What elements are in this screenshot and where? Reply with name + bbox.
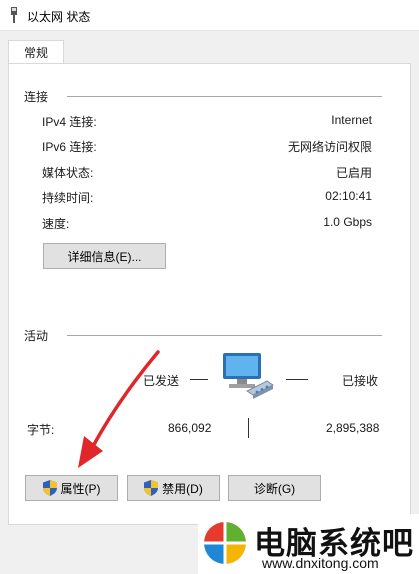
watermark: 电脑系统吧 www.dnxitong.com [198,514,419,574]
duration-value: 02:10:41 [325,189,372,203]
disable-button[interactable]: 禁用(D) [127,475,220,501]
ipv4-value: Internet [331,113,372,127]
received-label: 已接收 [342,374,379,388]
general-panel: 连接 IPv4 连接: Internet IPv6 连接: 无网络访问权限 媒体… [8,63,411,525]
tab-general[interactable]: 常规 [8,40,64,65]
shield-icon [144,480,159,496]
media-state-value: 已启用 [335,166,372,180]
status-window: 以太网 状态 常规 连接 IPv4 连接: Internet IPv6 连接: … [0,0,419,574]
bytes-sent-value: 866,092 [168,421,212,435]
diagnose-button[interactable]: 诊断(G) [228,475,321,501]
ipv6-value: 无网络访问权限 [287,140,372,154]
properties-button[interactable]: 属性(P) [25,475,118,501]
properties-button-label: 属性(P) [60,481,101,496]
bytes-received-value: 2,895,388 [326,421,380,435]
speed-label: 速度: [42,217,70,231]
duration-label: 持续时间: [42,191,94,205]
windows-logo-icon [204,522,246,564]
ethernet-icon [11,7,17,23]
sent-label: 已发送 [143,374,180,388]
speed-value: 1.0 Gbps [323,215,372,229]
activity-section-title: 活动 [24,329,49,343]
section-divider [67,335,382,336]
ipv4-label: IPv4 连接: [42,115,97,129]
section-divider [67,96,382,97]
sent-connector [190,379,208,380]
received-connector [286,379,308,380]
details-button[interactable]: 详细信息(E)... [43,243,166,269]
watermark-url: www.dnxitong.com [262,555,379,571]
ipv6-label: IPv6 连接: [42,140,97,154]
bytes-divider [248,418,249,438]
connection-section-title: 连接 [24,90,49,104]
bytes-label: 字节: [27,423,55,437]
title-bar: 以太网 状态 [0,0,419,31]
shield-icon [42,480,57,496]
window-title: 以太网 状态 [27,10,91,24]
media-state-label: 媒体状态: [42,166,94,180]
network-computer-icon [223,353,274,399]
disable-button-label: 禁用(D) [162,481,203,496]
